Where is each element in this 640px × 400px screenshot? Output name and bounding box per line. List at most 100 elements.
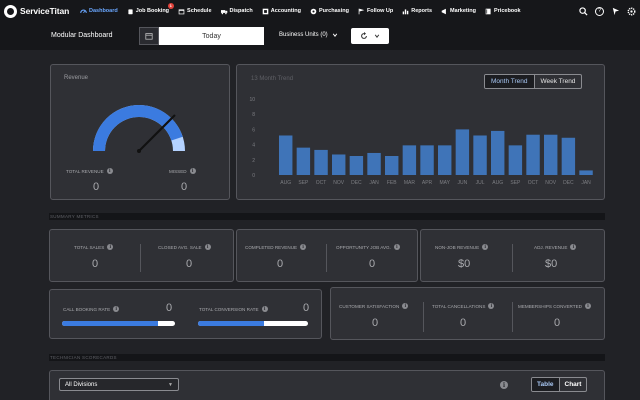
pricebook-icon (485, 8, 491, 14)
trend-bar[interactable] (455, 129, 470, 175)
opportunity-job-avg-value: 0 (369, 258, 376, 270)
nav-marketing-label: Marketing (450, 8, 476, 14)
missed-label: MISSED i (169, 168, 196, 174)
info-icon[interactable]: i (482, 244, 489, 250)
y-tick-label: 10 (249, 97, 255, 103)
x-tick-label: AUG (492, 180, 503, 186)
logo-text: ServiceTitan (20, 6, 70, 16)
opportunity-job-avg-label: OPPORTUNITY JOB AVG. i (336, 244, 400, 250)
total-conversion-rate-fill (198, 321, 264, 326)
info-icon[interactable]: i (204, 244, 211, 250)
trend-bar[interactable] (491, 130, 505, 175)
x-tick-label: MAR (404, 180, 416, 186)
calendar-button[interactable] (139, 27, 159, 45)
nav-marketing[interactable]: Marketing (441, 8, 476, 15)
business-units-label: Business Units (0) (279, 32, 328, 38)
total-revenue-label: TOTAL REVENUE i (66, 168, 113, 174)
nav-accounting-label: Accounting (270, 8, 301, 14)
x-tick-label: JAN (369, 180, 379, 186)
date-input[interactable]: Today (159, 27, 264, 45)
sales-metrics-panel: TOTAL SALES i 0 CLOSED AVG. SALE i 0 (49, 229, 234, 282)
phone-icon (128, 8, 133, 14)
megaphone-icon (441, 8, 446, 14)
nav-reports[interactable]: Reports (402, 8, 432, 15)
technician-scorecards-header: TECHNICIAN SCORECARDS (49, 354, 605, 361)
info-icon[interactable]: i (402, 303, 409, 309)
info-icon[interactable]: i (106, 168, 113, 174)
division-select[interactable]: All Divisions ▼ (59, 378, 179, 391)
trend-bar[interactable] (332, 154, 346, 175)
trend-bar[interactable] (526, 134, 540, 175)
schedule-icon (178, 8, 185, 14)
trend-bar[interactable] (561, 137, 576, 175)
info-icon[interactable]: i (261, 306, 268, 312)
trend-bar[interactable] (367, 152, 381, 175)
table-view-button[interactable]: Table (532, 378, 560, 391)
adj-revenue-label: ADJ. REVENUE i (534, 244, 577, 250)
x-tick-label: NOV (333, 180, 345, 186)
x-tick-label: OCT (316, 180, 327, 186)
dashboard-toolbar: Modular Dashboard Today Business Units (… (0, 22, 640, 50)
info-icon[interactable]: i (113, 306, 120, 312)
business-units-select[interactable]: Business Units (0) (279, 32, 338, 38)
trend-bar-chart: 0 2 4 6 8 10 AUG SEP OCT NOV DEC JAN FEB MAR APR MAY JUN… (249, 97, 593, 186)
nav-purchasing[interactable]: Purchasing (310, 8, 349, 15)
x-tick-label: NOV (545, 180, 557, 186)
nav-pricebook-label: Pricebook (493, 8, 521, 14)
trend-bar[interactable] (438, 145, 452, 175)
trend-bar[interactable] (473, 135, 487, 175)
search-icon[interactable] (579, 6, 588, 16)
nav-follow-up[interactable]: Follow Up (358, 8, 393, 15)
trend-bar[interactable] (420, 145, 434, 175)
memberships-converted-value: 0 (554, 317, 561, 329)
trend-bar[interactable] (579, 170, 593, 175)
trend-bar[interactable] (314, 149, 328, 175)
info-icon[interactable]: i (300, 244, 307, 250)
summary-metrics-header: SUMMARY METRICS (49, 213, 605, 220)
x-tick-label: JUN (458, 180, 468, 186)
chart-view-button[interactable]: Chart (560, 378, 587, 391)
nav-job-booking[interactable]: Job Booking 1 (127, 2, 174, 15)
nav-accounting[interactable]: Accounting (262, 8, 301, 15)
servicetitan-logo[interactable]: ServiceTitan (4, 4, 80, 18)
x-tick-label: AUG (280, 180, 291, 186)
info-icon[interactable]: i (570, 244, 577, 250)
non-job-revenue-label: NON-JOB REVENUE i (435, 244, 489, 250)
info-icon[interactable]: i (393, 244, 400, 250)
revenue-title: Revenue (64, 75, 89, 81)
trend-bar[interactable] (279, 135, 293, 175)
accounting-icon (262, 8, 269, 14)
call-booking-rate-value: 0 (166, 302, 173, 314)
trend-bar[interactable] (385, 156, 399, 175)
info-icon[interactable]: i (189, 168, 196, 174)
info-icon[interactable]: i (107, 244, 114, 250)
total-conversion-rate-label: TOTAL CONVERSION RATE i (199, 306, 268, 312)
trend-bar[interactable] (296, 147, 311, 175)
notification-icon[interactable] (611, 7, 620, 16)
info-icon[interactable]: i (500, 381, 508, 389)
nav-dispatch[interactable]: Dispatch (220, 8, 253, 15)
customer-metrics-panel: CUSTOMER SATISFACTION i 0 TOTAL CANCELLA… (330, 287, 605, 340)
info-icon[interactable]: i (488, 303, 495, 309)
trend-bar[interactable] (508, 145, 523, 175)
closed-avg-sale-label: CLOSED AVG. SALE i (158, 244, 211, 250)
call-booking-rate-fill (62, 321, 159, 326)
help-icon[interactable]: ? (595, 6, 604, 16)
total-cancellations-value: 0 (460, 317, 467, 329)
trend-bar[interactable] (349, 156, 364, 175)
nav-dashboard[interactable]: Dashboard (80, 8, 118, 15)
flag-icon (358, 8, 365, 14)
nav-purchasing-label: Purchasing (318, 8, 349, 14)
total-sales-label: TOTAL SALES i (74, 244, 114, 250)
total-conversion-rate-value: 0 (303, 302, 310, 314)
refresh-button[interactable] (351, 28, 389, 44)
info-icon[interactable]: i (584, 303, 591, 309)
trend-bar[interactable] (544, 134, 558, 175)
gear-icon[interactable] (627, 7, 636, 16)
total-sales-value: 0 (92, 258, 99, 270)
nav-schedule[interactable]: Schedule (178, 8, 212, 15)
trend-bar[interactable] (402, 145, 417, 175)
date-picker[interactable]: Today (139, 27, 264, 45)
nav-pricebook[interactable]: Pricebook (485, 8, 521, 15)
revenue-panel: Revenue TOTAL REVENUE i 0 MISSED i 0 (50, 64, 230, 200)
